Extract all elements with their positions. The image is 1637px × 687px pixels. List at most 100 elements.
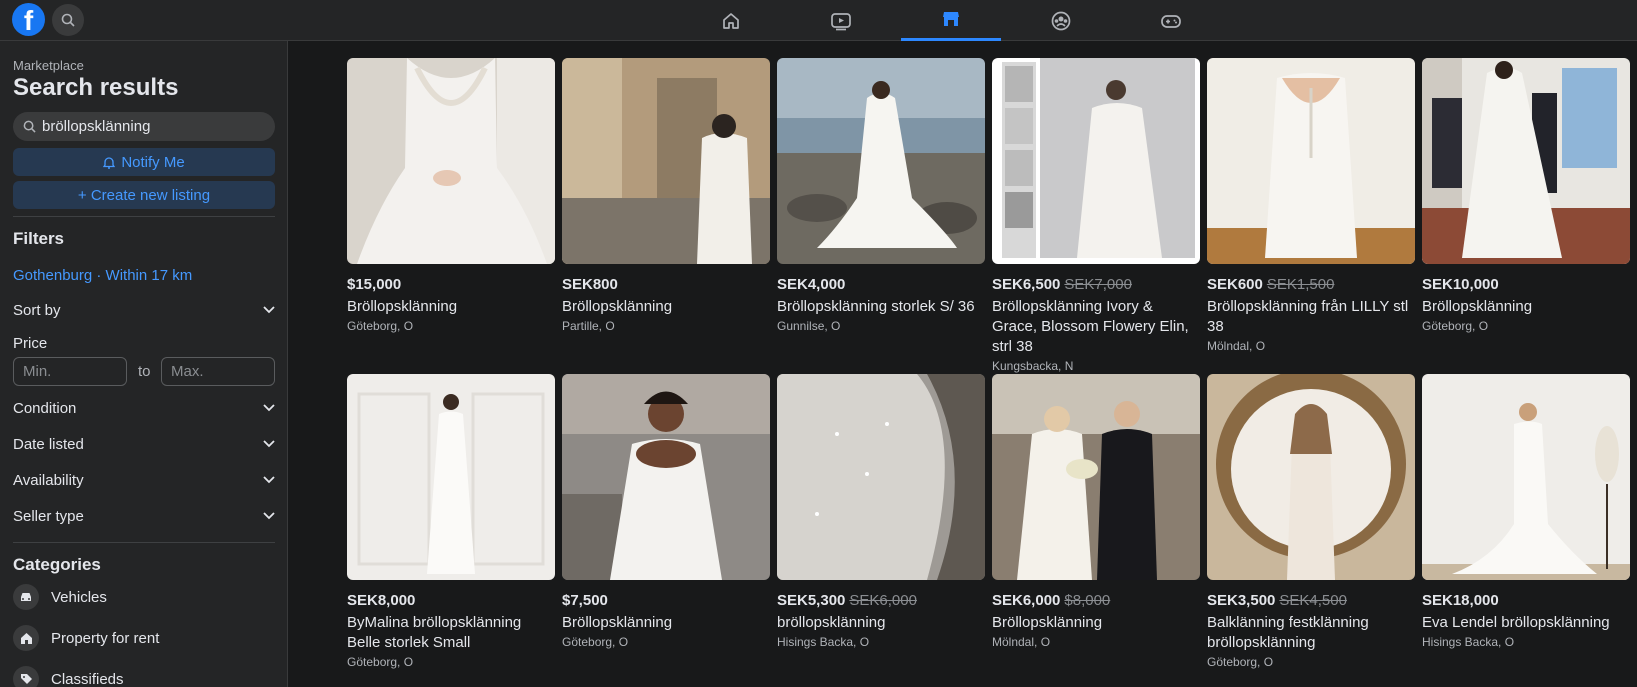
notify-me-label: Notify Me	[121, 153, 185, 171]
listing-photo[interactable]	[992, 58, 1200, 264]
listing-location: Göteborg, O	[347, 319, 414, 333]
listing-location: Mölndal, O	[992, 635, 1051, 649]
date-listed-filter[interactable]: Date listed	[13, 429, 275, 459]
seller-type-filter[interactable]: Seller type	[13, 501, 275, 531]
min-price-input[interactable]	[23, 363, 123, 380]
listing-card[interactable]: SEK3,500 SEK4,500 Balklänning festklännin…	[1207, 374, 1415, 669]
home-icon[interactable]	[681, 0, 781, 41]
category-classifieds[interactable]: Classifieds	[13, 662, 124, 687]
chevron-down-icon	[263, 404, 275, 412]
listing-price: SEK6,500	[992, 276, 1061, 293]
facebook-logo[interactable]: f	[12, 3, 45, 36]
listing-photo[interactable]	[777, 374, 985, 580]
notify-me-button[interactable]: Notify Me	[13, 148, 275, 176]
listing-photo[interactable]	[347, 58, 555, 264]
availability-filter[interactable]: Availability	[13, 465, 275, 495]
divider	[13, 216, 275, 217]
marketplace-search[interactable]	[13, 112, 275, 141]
category-property-for-rent[interactable]: Property for rent	[13, 621, 159, 655]
listing-price: SEK10,000	[1422, 276, 1499, 293]
listing-photo[interactable]	[1207, 374, 1415, 580]
listing-card[interactable]: SEK6,000 $8,000 Bröllopsklänning Mölndal,…	[992, 374, 1200, 649]
listing-photo[interactable]	[777, 58, 985, 264]
listing-card[interactable]: SEK10,000 Bröllopsklänning Göteborg, O	[1422, 58, 1630, 333]
search-icon[interactable]	[52, 4, 84, 36]
listing-photo[interactable]	[1207, 58, 1415, 264]
groups-icon[interactable]	[1011, 0, 1111, 41]
listing-location: Hisings Backa, O	[777, 635, 870, 649]
category-vehicles[interactable]: Vehicles	[13, 580, 107, 614]
search-input[interactable]	[42, 118, 262, 135]
category-label: Property for rent	[51, 629, 160, 647]
listing-card[interactable]: SEK800 Bröllopsklänning Partille, O	[562, 58, 770, 333]
chevron-down-icon	[263, 440, 275, 448]
listing-title: Bröllopsklänning	[562, 298, 673, 315]
listing-old-price: SEK7,000	[1064, 276, 1132, 293]
categories-heading: Categories	[13, 555, 101, 574]
listing-photo[interactable]	[992, 374, 1200, 580]
listing-price: SEK6,000	[992, 592, 1061, 609]
seller-type-label: Seller type	[13, 507, 84, 525]
listing-old-price: SEK1,500	[1266, 276, 1335, 293]
listing-location: Gunnilse, O	[777, 319, 841, 333]
page-title: Search results	[13, 74, 179, 101]
listing-title: Bröllopsklänning	[562, 614, 673, 631]
listing-old-price: SEK4,500	[1279, 592, 1347, 609]
listing-title: Bröllopsklänning från LILLY stl 38	[1207, 298, 1409, 335]
listing-price: SEK600	[1207, 276, 1263, 293]
listing-title: bröllopsklänning	[777, 614, 886, 631]
gaming-icon[interactable]	[1121, 0, 1221, 41]
listing-price: SEK8,000	[347, 592, 416, 609]
category-label: Classifieds	[51, 670, 124, 687]
bell-icon	[103, 156, 116, 169]
listing-price: $15,000	[347, 276, 402, 293]
listing-location: Mölndal, O	[1207, 339, 1266, 353]
condition-label: Condition	[13, 399, 77, 417]
location-filter[interactable]: Gothenburg · Within 17 km	[13, 267, 192, 284]
marketplace-icon[interactable]	[901, 0, 1001, 41]
listing-title: Bröllopsklänning storlek S/ 36	[777, 298, 975, 315]
listing-old-price: $8,000	[1064, 592, 1111, 609]
chevron-down-icon	[263, 512, 275, 520]
listing-card[interactable]: SEK6,500 SEK7,000 Bröllopsklänning Ivory …	[992, 58, 1200, 373]
availability-label: Availability	[13, 471, 84, 489]
listing-card[interactable]: SEK4,000 Bröllopsklänning storlek S/ 36 …	[777, 58, 985, 333]
listing-card[interactable]: SEK600 SEK1,500 Bröllopsklänning från LIL…	[1207, 58, 1415, 353]
listing-card[interactable]: SEK8,000 ByMalina bröllopsklänning Belle…	[347, 374, 555, 669]
listing-card[interactable]: $15,000 Bröllopsklänning Göteborg, O	[347, 58, 555, 333]
listing-photo[interactable]	[1422, 58, 1630, 264]
listing-photo[interactable]	[562, 58, 770, 264]
condition-filter[interactable]: Condition	[13, 393, 275, 423]
listing-photo[interactable]	[347, 374, 555, 580]
listing-photo[interactable]	[1422, 374, 1630, 580]
listing-title: Bröllopsklänning	[992, 614, 1103, 631]
listing-card[interactable]: $7,500 Bröllopsklänning Göteborg, O	[562, 374, 770, 649]
create-listing-button[interactable]: + Create new listing	[13, 181, 275, 209]
listing-location: Göteborg, O	[1207, 655, 1274, 669]
listing-location: Kungsbacka, N	[992, 359, 1074, 373]
sort-by-filter[interactable]: Sort by	[13, 295, 275, 325]
breadcrumb[interactable]: Marketplace	[13, 58, 84, 73]
listing-location: Partille, O	[562, 319, 615, 333]
listing-card[interactable]: SEK18,000 Eva Lendel bröllopsklänning Hi…	[1422, 374, 1630, 649]
tag-icon	[13, 666, 39, 687]
marketplace-sidebar: Marketplace Search results Notify Me + C…	[0, 41, 288, 687]
listing-price: SEK3,500	[1207, 592, 1276, 609]
listing-location: Göteborg, O	[562, 635, 629, 649]
top-navigation-bar: f	[0, 0, 1637, 41]
min-price-field[interactable]	[13, 357, 127, 386]
listing-title: Eva Lendel bröllopsklänning	[1422, 614, 1610, 631]
listing-location: Hisings Backa, O	[1422, 635, 1515, 649]
listing-title: ByMalina bröllopsklänning Belle storlek …	[347, 614, 522, 651]
listing-price: SEK5,300	[777, 592, 846, 609]
video-icon[interactable]	[791, 0, 891, 41]
filters-heading: Filters	[13, 229, 65, 248]
create-listing-label: + Create new listing	[77, 186, 211, 204]
listing-photo[interactable]	[562, 374, 770, 580]
listing-card[interactable]: SEK5,300 SEK6,000 bröllopsklänning Hising…	[777, 374, 985, 649]
max-price-field[interactable]	[161, 357, 275, 386]
chevron-down-icon	[263, 476, 275, 484]
divider	[13, 542, 275, 543]
to-label: to	[138, 363, 151, 380]
max-price-input[interactable]	[171, 363, 271, 380]
